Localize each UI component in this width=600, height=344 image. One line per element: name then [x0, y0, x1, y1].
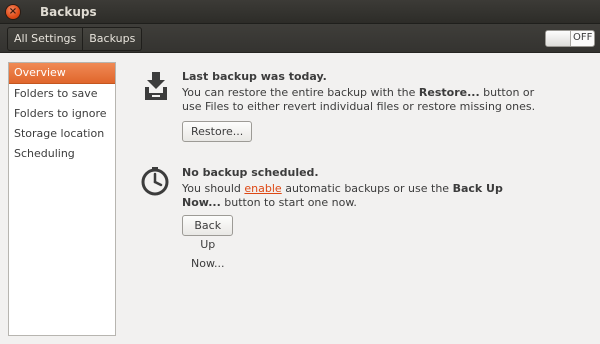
sidebar: Overview Folders to save Folders to igno… [8, 62, 116, 336]
restore-button[interactable]: Restore... [182, 121, 253, 142]
restore-description: You can restore the entire backup with t… [182, 86, 542, 114]
backup-enable-switch[interactable]: OFF [545, 30, 595, 47]
window-title: Backups [40, 5, 97, 19]
breadcrumb-all-settings[interactable]: All Settings [8, 28, 82, 50]
sidebar-item-folders-to-ignore[interactable]: Folders to ignore [9, 104, 115, 124]
schedule-text-part: automatic backups or use the [281, 182, 453, 195]
breadcrumb-backups[interactable]: Backups [82, 28, 141, 50]
enable-link[interactable]: enable [244, 182, 281, 195]
restore-icon [145, 72, 167, 100]
restore-text-bold: Restore... [418, 86, 480, 99]
switch-knob[interactable] [546, 31, 571, 46]
toolbar: All Settings Backups OFF [0, 24, 600, 53]
sidebar-item-overview[interactable]: Overview [9, 63, 115, 84]
sidebar-item-scheduling[interactable]: Scheduling [9, 144, 115, 164]
restore-text-part: You can restore the entire backup with t… [182, 86, 419, 99]
window-titlebar: × Backups [0, 0, 600, 24]
schedule-description: You should enable automatic backups or u… [182, 182, 542, 210]
sidebar-item-storage-location[interactable]: Storage location [9, 124, 115, 144]
breadcrumb: All Settings Backups [7, 27, 143, 51]
schedule-text-part: You should [182, 182, 245, 195]
close-window-button[interactable]: × [6, 5, 20, 19]
sidebar-item-folders-to-save[interactable]: Folders to save [9, 84, 115, 104]
restore-heading: Last backup was today. [182, 70, 327, 83]
clock-icon [141, 167, 169, 196]
schedule-text-part: button to start one now. [220, 196, 357, 209]
switch-state-label: OFF [573, 32, 593, 43]
back-up-now-button[interactable]: Back Up Now... [182, 215, 234, 270]
schedule-heading: No backup scheduled. [182, 166, 319, 179]
